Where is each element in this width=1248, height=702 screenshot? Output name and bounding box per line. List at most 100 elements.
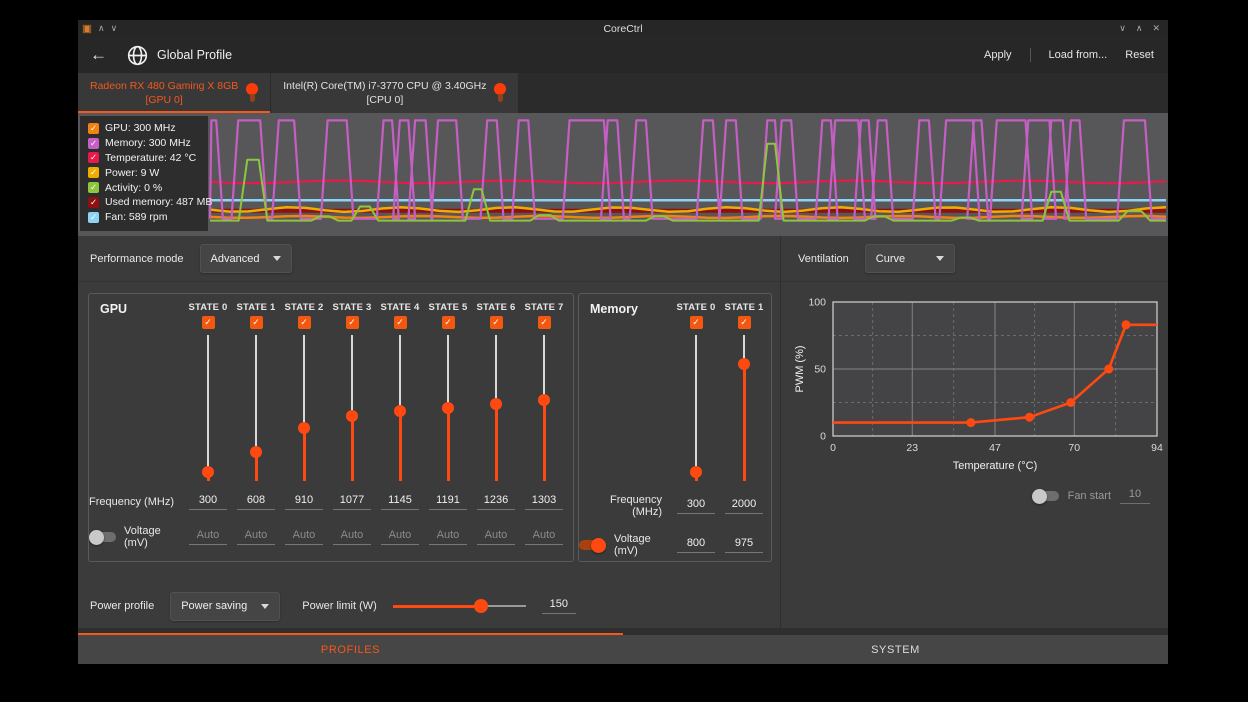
power-limit-value[interactable]: 150 (542, 598, 576, 614)
power-limit-slider[interactable] (393, 599, 526, 613)
voltage-value[interactable]: Auto (189, 529, 227, 545)
state-frequency-slider[interactable] (249, 335, 263, 481)
legend-checkbox[interactable]: ✓ (88, 138, 99, 149)
slider-track-lower[interactable] (399, 411, 402, 481)
state-checkbox[interactable]: ✓ (738, 316, 751, 329)
slider-track-lower[interactable] (495, 404, 498, 481)
state-frequency-slider[interactable] (737, 335, 751, 481)
voltage-value[interactable]: 975 (725, 537, 763, 553)
voltage-value[interactable]: Auto (333, 529, 371, 545)
slider-track-upper[interactable] (399, 335, 401, 411)
power-profile-select[interactable]: Power saving (170, 592, 280, 621)
voltage-value[interactable]: Auto (525, 529, 563, 545)
slider-track-lower[interactable] (351, 416, 354, 481)
close-icon[interactable]: ✕ (1152, 24, 1160, 33)
slider-track-upper[interactable] (351, 335, 353, 416)
voltage-value[interactable]: Auto (285, 529, 323, 545)
state-checkbox[interactable]: ✓ (442, 316, 455, 329)
state-checkbox[interactable]: ✓ (298, 316, 311, 329)
voltage-value[interactable]: Auto (429, 529, 467, 545)
slider-handle[interactable] (538, 394, 550, 406)
slider-handle[interactable] (298, 422, 310, 434)
fan-curve-point[interactable] (1104, 365, 1113, 374)
keep-above-icon[interactable]: ∧ (98, 24, 105, 33)
pin-icon[interactable] (494, 83, 506, 103)
slider-track-upper[interactable] (447, 335, 449, 408)
pin-icon[interactable] (246, 83, 258, 103)
slider-handle[interactable] (690, 466, 702, 478)
reset-button[interactable]: Reset (1125, 49, 1154, 61)
slider-track-upper[interactable] (207, 335, 209, 472)
frequency-value[interactable]: 910 (285, 494, 323, 510)
slider-track-lower[interactable] (447, 408, 450, 481)
slider-track-upper[interactable] (695, 335, 697, 472)
slider-handle[interactable] (394, 405, 406, 417)
state-frequency-slider[interactable] (393, 335, 407, 481)
slider-track-upper[interactable] (495, 335, 497, 404)
voltage-toggle[interactable] (579, 540, 606, 550)
voltage-toggle[interactable] (89, 532, 116, 542)
state-frequency-slider[interactable] (297, 335, 311, 481)
frequency-value[interactable]: 1191 (429, 494, 467, 510)
fan-curve-chart[interactable]: 023477094050100Temperature (°C)PWM (%) (791, 288, 1163, 488)
frequency-value[interactable]: 1236 (477, 494, 515, 510)
ventilation-select[interactable]: Curve (865, 244, 955, 273)
frequency-value[interactable]: 300 (189, 494, 227, 510)
slider-handle[interactable] (202, 466, 214, 478)
slider-handle[interactable] (490, 398, 502, 410)
slider-track-upper[interactable] (303, 335, 305, 428)
keep-below-icon[interactable]: ∨ (111, 24, 118, 33)
slider-track-lower[interactable] (543, 400, 546, 481)
voltage-value[interactable]: Auto (477, 529, 515, 545)
frequency-value[interactable]: 300 (677, 498, 715, 514)
state-frequency-slider[interactable] (489, 335, 503, 481)
frequency-value[interactable]: 1303 (525, 494, 563, 510)
slider-track-upper[interactable] (255, 335, 257, 452)
load-from-button[interactable]: Load from... (1049, 49, 1108, 61)
frequency-value[interactable]: 2000 (725, 498, 763, 514)
tab-system[interactable]: SYSTEM (623, 635, 1168, 664)
state-frequency-slider[interactable] (537, 335, 551, 481)
voltage-value[interactable]: 800 (677, 537, 715, 553)
performance-mode-select[interactable]: Advanced (200, 244, 293, 273)
frequency-value[interactable]: 1145 (381, 494, 419, 510)
state-frequency-slider[interactable] (345, 335, 359, 481)
voltage-value[interactable]: Auto (237, 529, 275, 545)
state-checkbox[interactable]: ✓ (250, 316, 263, 329)
maximize-icon[interactable]: ∧ (1136, 24, 1143, 33)
state-checkbox[interactable]: ✓ (690, 316, 703, 329)
frequency-value[interactable]: 608 (237, 494, 275, 510)
apply-button[interactable]: Apply (984, 49, 1012, 61)
slider-handle[interactable] (442, 402, 454, 414)
slider-track-lower[interactable] (743, 364, 746, 481)
fan-curve-point[interactable] (1025, 413, 1034, 422)
titlebar[interactable]: ∧ ∨ CoreCtrl ∨ ∧ ✕ (78, 20, 1168, 37)
fan-curve-point[interactable] (1066, 398, 1075, 407)
voltage-value[interactable]: Auto (381, 529, 419, 545)
slider-track-upper[interactable] (543, 335, 545, 400)
state-checkbox[interactable]: ✓ (490, 316, 503, 329)
tab-profiles[interactable]: PROFILES (78, 635, 623, 664)
slider-handle[interactable] (250, 446, 262, 458)
legend-checkbox[interactable]: ✓ (88, 152, 99, 163)
legend-checkbox[interactable]: ✓ (88, 212, 99, 223)
frequency-value[interactable]: 1077 (333, 494, 371, 510)
fan-start-toggle[interactable] (1032, 491, 1059, 501)
state-frequency-slider[interactable] (689, 335, 703, 481)
state-checkbox[interactable]: ✓ (346, 316, 359, 329)
state-checkbox[interactable]: ✓ (202, 316, 215, 329)
fan-curve-point[interactable] (966, 418, 975, 427)
state-checkbox[interactable]: ✓ (538, 316, 551, 329)
toggle-knob[interactable] (89, 530, 104, 545)
minimize-icon[interactable]: ∨ (1119, 24, 1126, 33)
legend-checkbox[interactable]: ✓ (88, 182, 99, 193)
slider-handle[interactable] (474, 599, 488, 613)
state-frequency-slider[interactable] (441, 335, 455, 481)
slider-handle[interactable] (738, 358, 750, 370)
fan-start-value[interactable]: 10 (1120, 488, 1150, 504)
fan-curve-point[interactable] (1121, 320, 1130, 329)
toggle-knob[interactable] (591, 538, 606, 553)
slider-handle[interactable] (346, 410, 358, 422)
back-button[interactable]: ← (90, 45, 116, 65)
slider-track-lower[interactable] (303, 428, 306, 481)
